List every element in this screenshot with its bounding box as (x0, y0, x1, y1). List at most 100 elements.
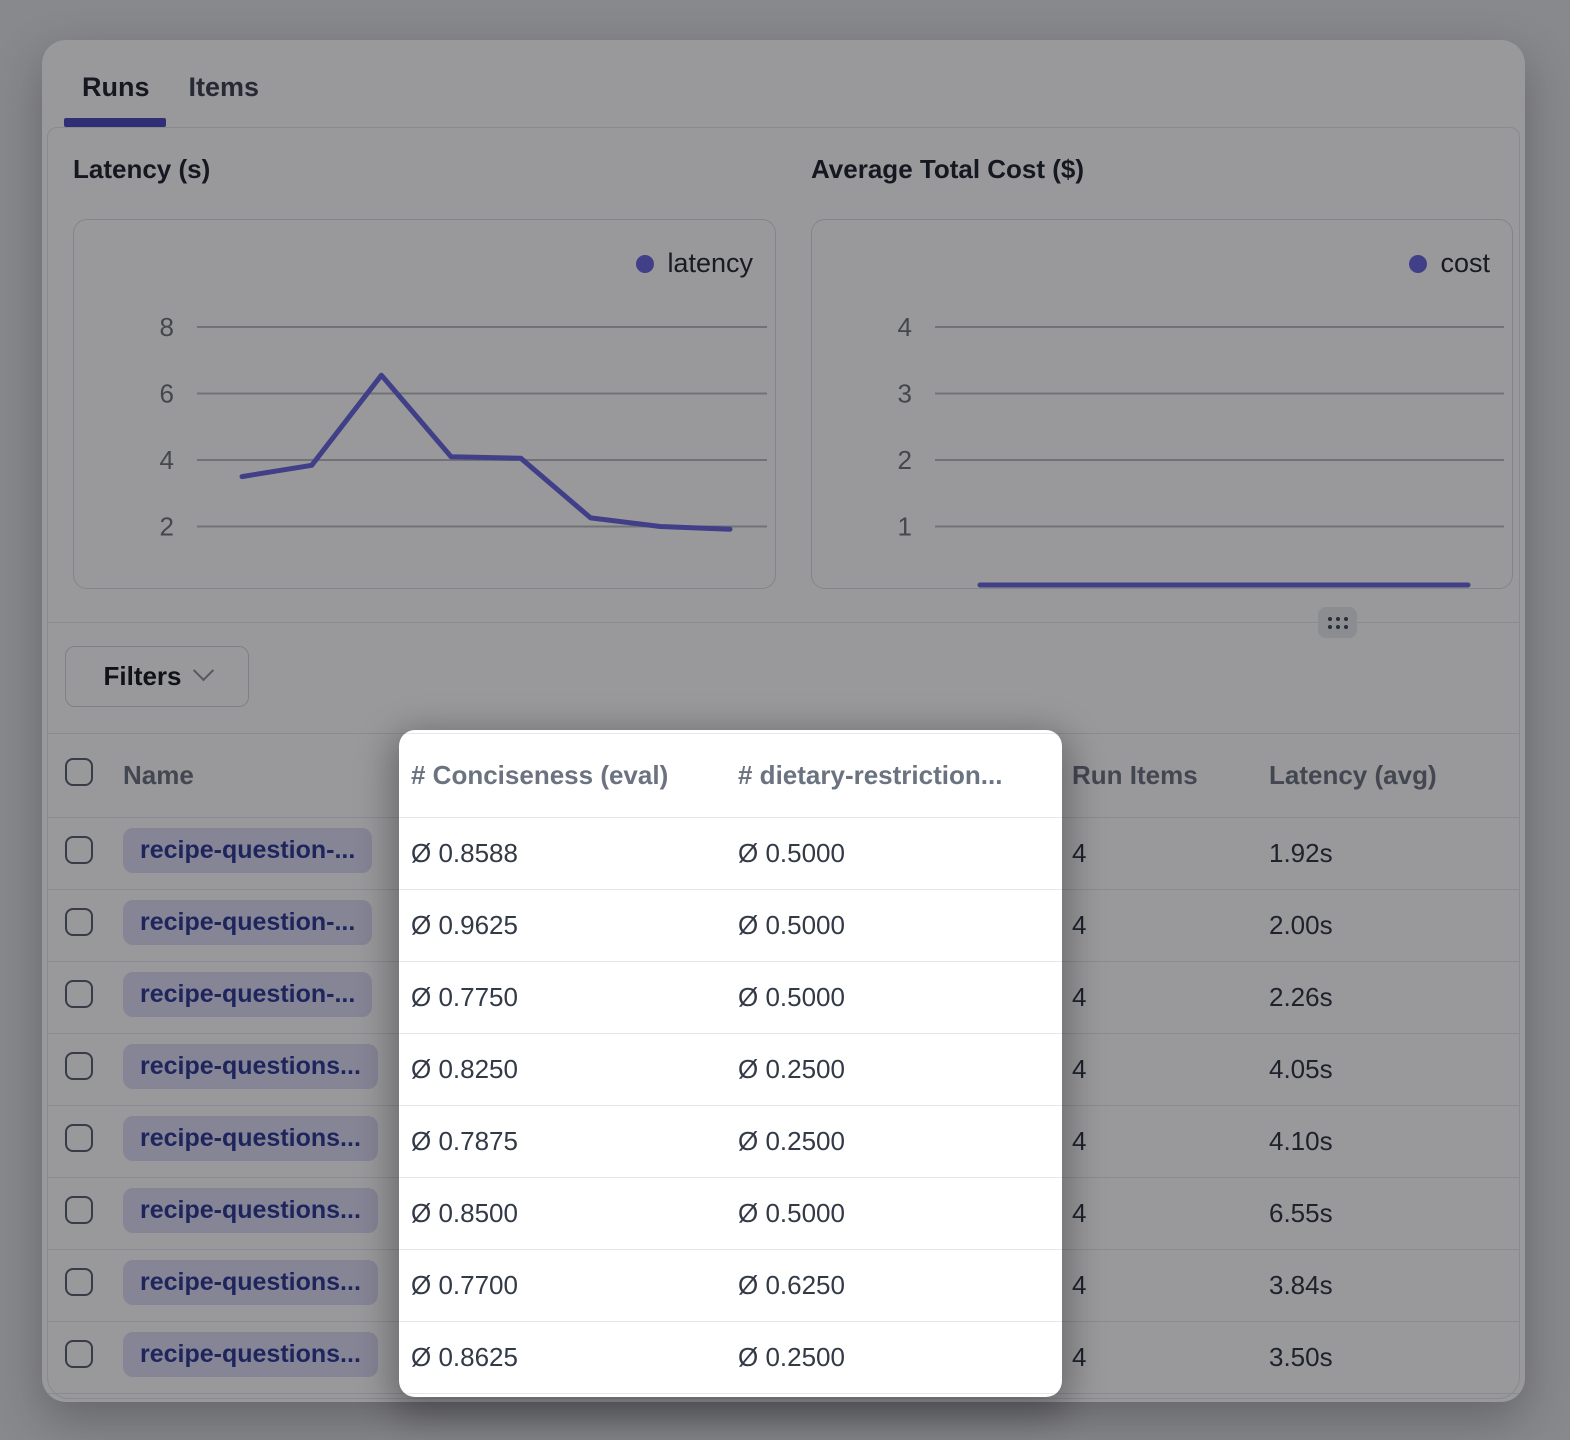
run-name-badge[interactable]: recipe-questions... (123, 1188, 378, 1233)
run-name-badge[interactable]: recipe-questions... (123, 1332, 378, 1377)
run-name-badge[interactable]: recipe-question-... (123, 900, 372, 945)
run-name-cell: recipe-question-... (123, 828, 400, 880)
header-latency-avg[interactable]: Latency (avg) (1260, 760, 1519, 791)
grip-dots-icon (1328, 617, 1348, 629)
latency-chart: 8 6 4 2 latency (73, 219, 776, 589)
header-dietary-restriction[interactable]: # dietary-restriction... (727, 760, 1063, 791)
row-checkbox[interactable] (65, 1196, 93, 1224)
tab-content-panel: Latency (s) Average Total Cost ($) 8 6 4 2 … (47, 127, 1520, 1399)
run-items-cell: 4 (1063, 838, 1260, 869)
svg-text:2: 2 (898, 445, 912, 475)
conciseness-score-cell: Ø 0.9625 (400, 910, 727, 941)
table-row[interactable]: recipe-questions...Ø 0.8500Ø 0.500046.55… (48, 1178, 1519, 1250)
latency-avg-cell: 2.26s (1260, 982, 1519, 1013)
table-row[interactable]: recipe-questions... Ø 0.8625Ø 0.250043.50… (48, 1322, 1519, 1394)
header-run-items[interactable]: Run Items (1063, 760, 1260, 791)
run-items-cell: 4 (1063, 1342, 1260, 1373)
conciseness-score-cell: Ø 0.7700 (400, 1270, 727, 1301)
cost-chart-title: Average Total Cost ($) (811, 154, 1084, 185)
table-row[interactable]: recipe-question-... Ø 0.8588Ø 0.500041.92… (48, 818, 1519, 890)
svg-text:4: 4 (898, 312, 912, 342)
latency-chart-title: Latency (s) (73, 154, 210, 185)
run-name-cell: recipe-questions... (123, 1116, 400, 1168)
svg-text:2: 2 (160, 512, 174, 542)
latency-avg-cell: 1.92s (1260, 838, 1519, 869)
run-name-cell: recipe-questions... (123, 1332, 400, 1384)
resize-grip-handle[interactable] (1318, 607, 1357, 638)
row-checkbox[interactable] (65, 908, 93, 936)
row-checkbox[interactable] (65, 980, 93, 1008)
row-checkbox-cell (65, 1340, 123, 1375)
dietary-restriction-score-cell: Ø 0.5000 (727, 982, 1063, 1013)
dietary-restriction-score-cell: Ø 0.2500 (727, 1054, 1063, 1085)
dietary-restriction-score-cell: Ø 0.5000 (727, 838, 1063, 869)
header-select-all-cell (65, 758, 123, 793)
conciseness-score-cell: Ø 0.8250 (400, 1054, 727, 1085)
table-row[interactable]: recipe-questions...Ø 0.7875Ø 0.250044.10… (48, 1106, 1519, 1178)
latency-legend-label: latency (667, 248, 753, 279)
run-name-badge[interactable]: recipe-questions... (123, 1260, 378, 1305)
run-items-cell: 4 (1063, 910, 1260, 941)
row-checkbox[interactable] (65, 1268, 93, 1296)
run-items-cell: 4 (1063, 1270, 1260, 1301)
svg-text:1: 1 (898, 512, 912, 542)
svg-text:6: 6 (160, 379, 174, 409)
table-row[interactable]: recipe-questions...Ø 0.8250Ø 0.250044.05… (48, 1034, 1519, 1106)
latency-legend-dot (636, 255, 654, 273)
table-body: recipe-question-...Ø 0.8588Ø 0.500041.92… (48, 818, 1519, 1394)
run-name-cell: recipe-question-... (123, 900, 400, 952)
latency-avg-cell: 6.55s (1260, 1198, 1519, 1229)
tabbar: Runs Items (80, 72, 261, 103)
run-name-badge[interactable]: recipe-question-... (123, 972, 372, 1017)
row-checkbox-cell (65, 1124, 123, 1159)
cost-legend-label: cost (1440, 248, 1490, 279)
filters-button[interactable]: Filters (65, 646, 249, 707)
run-name-cell: recipe-questions... (123, 1260, 400, 1312)
row-checkbox-cell (65, 1052, 123, 1087)
row-checkbox[interactable] (65, 1052, 93, 1080)
row-checkbox[interactable] (65, 1124, 93, 1152)
row-checkbox[interactable] (65, 836, 93, 864)
latency-avg-cell: 3.84s (1260, 1270, 1519, 1301)
run-name-badge[interactable]: recipe-questions... (123, 1044, 378, 1089)
table-row[interactable]: recipe-question-... Ø 0.7750Ø 0.500042.26… (48, 962, 1519, 1034)
charts-table-divider (48, 622, 1519, 623)
dietary-restriction-score-cell: Ø 0.5000 (727, 1198, 1063, 1229)
active-tab-indicator (64, 118, 166, 127)
conciseness-score-cell: Ø 0.8625 (400, 1342, 727, 1373)
conciseness-score-cell: Ø 0.8500 (400, 1198, 727, 1229)
header-name[interactable]: Name (123, 760, 400, 791)
svg-text:4: 4 (160, 445, 174, 475)
row-checkbox-cell (65, 908, 123, 943)
run-items-cell: 4 (1063, 982, 1260, 1013)
run-name-badge[interactable]: recipe-questions... (123, 1116, 378, 1161)
tab-runs[interactable]: Runs (80, 72, 152, 103)
conciseness-score-cell: Ø 0.7750 (400, 982, 727, 1013)
run-name-cell: recipe-question-... (123, 972, 400, 1024)
row-checkbox-cell (65, 836, 123, 871)
runs-card: Runs Items Latency (s) Average Total Cos… (42, 40, 1525, 1402)
svg-text:3: 3 (898, 379, 912, 409)
table-header-row: Name # Conciseness (eval) # dietary-rest… (48, 733, 1519, 818)
row-checkbox[interactable] (65, 1340, 93, 1368)
select-all-checkbox[interactable] (65, 758, 93, 786)
run-name-cell: recipe-questions... (123, 1044, 400, 1096)
chevron-down-icon (192, 660, 213, 681)
conciseness-score-cell: Ø 0.8588 (400, 838, 727, 869)
run-items-cell: 4 (1063, 1126, 1260, 1157)
latency-avg-cell: 4.10s (1260, 1126, 1519, 1157)
latency-avg-cell: 3.50s (1260, 1342, 1519, 1373)
table-row[interactable]: recipe-questions...Ø 0.7700Ø 0.625043.84… (48, 1250, 1519, 1322)
dietary-restriction-score-cell: Ø 0.5000 (727, 910, 1063, 941)
filters-button-label: Filters (103, 661, 181, 692)
run-name-cell: recipe-questions... (123, 1188, 400, 1240)
tab-items[interactable]: Items (187, 72, 262, 103)
dietary-restriction-score-cell: Ø 0.2500 (727, 1342, 1063, 1373)
run-name-badge[interactable]: recipe-question-... (123, 828, 372, 873)
latency-avg-cell: 2.00s (1260, 910, 1519, 941)
table-row[interactable]: recipe-question-... Ø 0.9625Ø 0.500042.00… (48, 890, 1519, 962)
svg-text:8: 8 (160, 312, 174, 342)
cost-chart-svg: 4 3 2 1 (812, 220, 1510, 588)
run-items-cell: 4 (1063, 1054, 1260, 1085)
header-conciseness[interactable]: # Conciseness (eval) (400, 760, 727, 791)
